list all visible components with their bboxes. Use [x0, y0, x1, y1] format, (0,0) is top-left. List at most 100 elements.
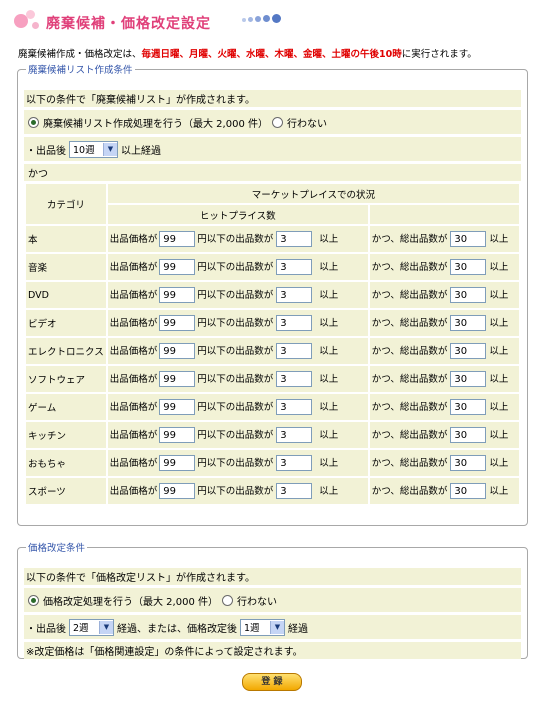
over-label: 以上 [319, 318, 339, 329]
count-input[interactable]: 3 [276, 483, 313, 499]
count-input[interactable]: 3 [276, 455, 313, 471]
price-label: 出品価格が [109, 318, 158, 329]
total-input[interactable]: 30 [450, 371, 487, 387]
count-input[interactable]: 3 [276, 399, 313, 415]
price-input[interactable]: 99 [159, 231, 196, 247]
after-suffix: 以上経過 [121, 145, 161, 157]
radio-price-do-label[interactable]: 価格改定処理を行う（最大 2,000 件） [43, 593, 218, 608]
category-name: 本 [26, 226, 106, 252]
disposal-section: 廃棄候補リスト作成条件 以下の条件で「廃棄候補リスト」が作成されます。 廃棄候補… [17, 62, 528, 526]
price-note: 以下の条件で「価格改定リスト」が作成されます。 [26, 573, 255, 584]
hit-cell: 出品価格が 99 円以下の出品数が 3 以上 [107, 366, 368, 392]
category-name: エレクトロニクス [26, 338, 106, 364]
total-input[interactable]: 30 [450, 231, 487, 247]
total-input[interactable]: 30 [450, 287, 487, 303]
chevron-down-icon: ▼ [270, 620, 284, 634]
count-input[interactable]: 3 [276, 287, 313, 303]
below-label: 円以下の出品数が [197, 458, 274, 469]
radio-disposal-dont[interactable] [272, 116, 283, 128]
total-input[interactable]: 30 [450, 343, 487, 359]
page-title: 廃棄候補・価格改定設定 [46, 16, 211, 32]
radio-price-dont[interactable] [222, 594, 233, 606]
price-revise-select[interactable]: 1週 ▼ [240, 618, 285, 636]
below-label: 円以下の出品数が [197, 486, 274, 497]
total-cell: かつ、総出品数が 30 以上 [369, 422, 519, 448]
radio-disposal-do-label[interactable]: 廃棄候補リスト作成処理を行う（最大 2,000 件） [43, 115, 268, 130]
price-label: 出品価格が [109, 290, 158, 301]
radio-price-dont-label[interactable]: 行わない [237, 593, 277, 608]
price-label: 出品価格が [109, 234, 158, 245]
below-label: 円以下の出品数が [197, 402, 274, 413]
hit-cell: 出品価格が 99 円以下の出品数が 3 以上 [107, 226, 368, 252]
decor-dot-icon [32, 22, 39, 29]
price-label: 出品価格が [109, 430, 158, 441]
price-input[interactable]: 99 [159, 399, 196, 415]
table-row: スポーツ 出品価格が 99 円以下の出品数が 3 以上 かつ、総出品数が 30 以上 [26, 478, 519, 504]
decor-dot-icon [255, 16, 261, 22]
count-input[interactable]: 3 [276, 315, 313, 331]
and-total-label: かつ、総出品数が [371, 458, 448, 469]
and-total-label: かつ、総出品数が [371, 346, 448, 357]
total-input[interactable]: 30 [450, 399, 487, 415]
price-input[interactable]: 99 [159, 427, 196, 443]
price-label: 出品価格が [109, 402, 158, 413]
price-input[interactable]: 99 [159, 259, 196, 275]
col-market-header: マーケットプレイスでの状況 [107, 184, 519, 203]
price-after-select[interactable]: 2週 ▼ [69, 618, 114, 636]
price-input[interactable]: 99 [159, 315, 196, 331]
price-footnote: ※改定価格は「価格関連設定」の条件によって設定されます。 [26, 647, 303, 658]
price-input[interactable]: 99 [159, 483, 196, 499]
hit-cell: 出品価格が 99 円以下の出品数が 3 以上 [107, 422, 368, 448]
total-cell: かつ、総出品数が 30 以上 [369, 226, 519, 252]
total-input[interactable]: 30 [450, 455, 487, 471]
over-label: 以上 [319, 262, 339, 273]
disposal-legend: 廃棄候補リスト作成条件 [28, 65, 133, 76]
count-input[interactable]: 3 [276, 259, 313, 275]
price-input[interactable]: 99 [159, 287, 196, 303]
table-row: おもちゃ 出品価格が 99 円以下の出品数が 3 以上 かつ、総出品数が 30 以上 [26, 450, 519, 476]
and-total-label: かつ、総出品数が [371, 430, 448, 441]
below-label: 円以下の出品数が [197, 318, 274, 329]
over-label: 以上 [319, 290, 339, 301]
hit-cell: 出品価格が 99 円以下の出品数が 3 以上 [107, 310, 368, 336]
category-name: 音楽 [26, 254, 106, 280]
price-after-row: ・出品後 2週 ▼ 経過、または、価格改定後 1週 ▼ 経過 [24, 615, 521, 639]
price-input[interactable]: 99 [159, 371, 196, 387]
total-input[interactable]: 30 [450, 427, 487, 443]
below-label: 円以下の出品数が [197, 262, 274, 273]
count-input[interactable]: 3 [276, 343, 313, 359]
over-label: 以上 [319, 374, 339, 385]
total-input[interactable]: 30 [450, 259, 487, 275]
over-label: 以上 [489, 458, 509, 469]
and-total-label: かつ、総出品数が [371, 374, 448, 385]
category-name: ソフトウェア [26, 366, 106, 392]
radio-price-do[interactable] [28, 594, 39, 606]
category-name: キッチン [26, 422, 106, 448]
register-button[interactable]: 登 録 [242, 673, 302, 691]
count-input[interactable]: 3 [276, 231, 313, 247]
after-weeks-select[interactable]: 10週 ▼ [69, 140, 118, 158]
and-total-label: かつ、総出品数が [371, 290, 448, 301]
price-input[interactable]: 99 [159, 343, 196, 359]
col-category-header: カテゴリ [26, 184, 106, 224]
total-input[interactable]: 30 [450, 483, 487, 499]
price-revise-suffix: 経過 [288, 623, 308, 635]
radio-disposal-do[interactable] [28, 116, 39, 128]
count-input[interactable]: 3 [276, 371, 313, 387]
over-label: 以上 [489, 486, 509, 497]
below-label: 円以下の出品数が [197, 374, 274, 385]
count-input[interactable]: 3 [276, 427, 313, 443]
total-input[interactable]: 30 [450, 315, 487, 331]
category-name: スポーツ [26, 478, 106, 504]
table-row: キッチン 出品価格が 99 円以下の出品数が 3 以上 かつ、総出品数が 30 以上 [26, 422, 519, 448]
over-label: 以上 [489, 290, 509, 301]
price-label: 出品価格が [109, 262, 158, 273]
decor-dot-icon [263, 15, 270, 22]
hit-cell: 出品価格が 99 円以下の出品数が 3 以上 [107, 478, 368, 504]
category-name: ビデオ [26, 310, 106, 336]
price-input[interactable]: 99 [159, 455, 196, 471]
radio-disposal-dont-label[interactable]: 行わない [287, 115, 327, 130]
disposal-note: 以下の条件で「廃棄候補リスト」が作成されます。 [26, 95, 255, 106]
hit-cell: 出品価格が 99 円以下の出品数が 3 以上 [107, 394, 368, 420]
total-cell: かつ、総出品数が 30 以上 [369, 254, 519, 280]
